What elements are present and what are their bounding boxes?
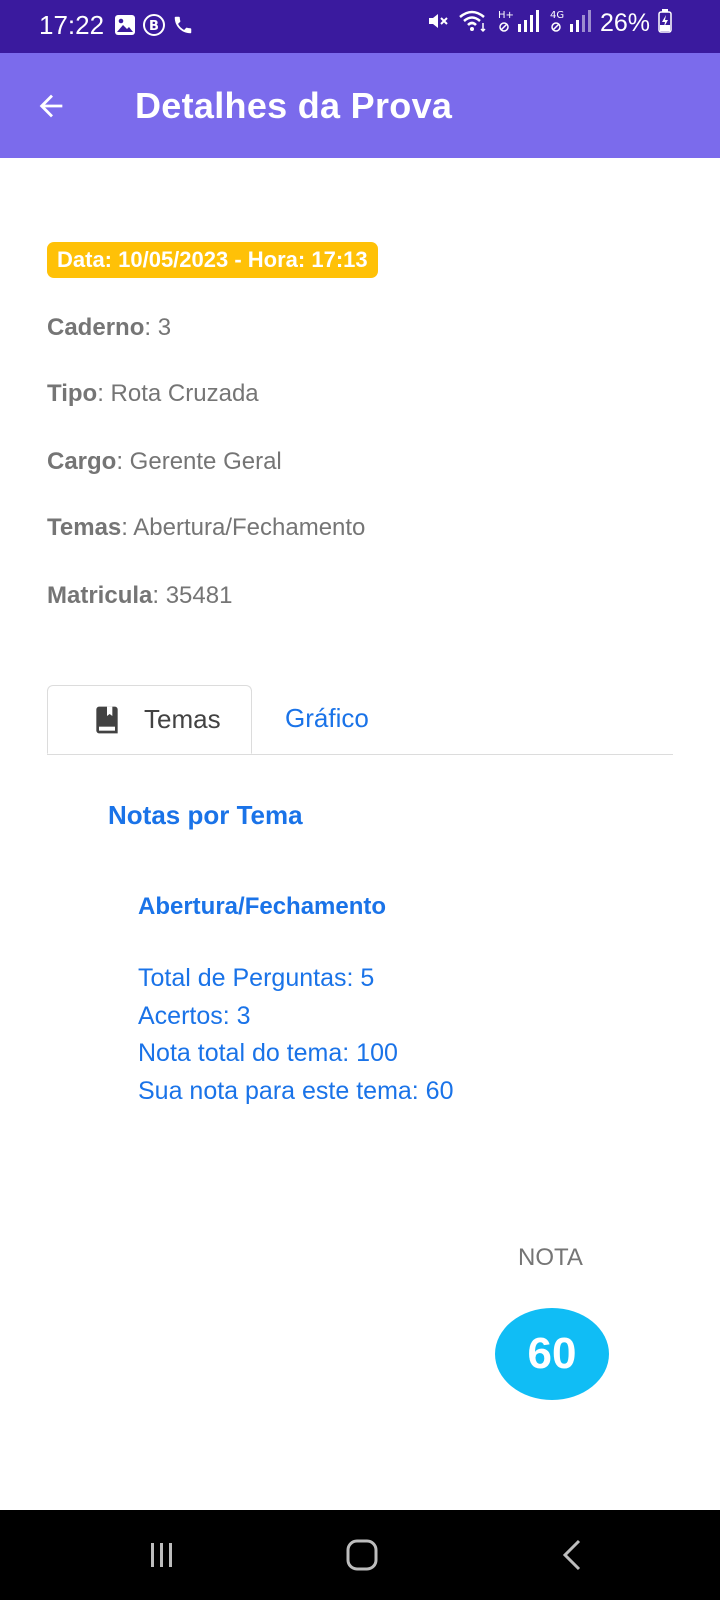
tab-temas[interactable]: Temas <box>47 685 252 754</box>
book-icon <box>96 706 118 733</box>
status-bar: 17:22 B H+ 4G 26% <box>0 0 720 53</box>
phone-icon <box>172 14 194 41</box>
total-questions: Total de Perguntas: 5 <box>138 964 375 992</box>
matricula-row: Matricula: 35481 <box>47 582 232 610</box>
date-badge: Data: 10/05/2023 - Hora: 17:13 <box>47 242 378 278</box>
navigation-bar <box>0 1510 720 1600</box>
b-circle-icon: B <box>142 13 166 42</box>
back-button[interactable] <box>28 83 74 129</box>
tipo-label: Tipo <box>47 380 98 407</box>
cargo-value: : Gerente Geral <box>116 448 282 475</box>
nav-back-button[interactable] <box>552 1532 592 1578</box>
caderno-value: : 3 <box>144 314 172 341</box>
matricula-label: Matricula <box>47 582 153 609</box>
svg-text:4G: 4G <box>550 10 564 21</box>
image-icon <box>114 14 136 41</box>
temas-label: Temas <box>47 514 122 541</box>
topic-total-score: Nota total do tema: 100 <box>138 1039 398 1067</box>
correct-answers: Acertos: 3 <box>138 1002 251 1030</box>
tab-bar: Temas Gráfico <box>47 685 673 755</box>
arrow-left-icon <box>39 94 63 118</box>
home-icon <box>346 1539 378 1571</box>
recent-apps-icon <box>151 1543 172 1567</box>
home-button[interactable] <box>342 1532 382 1578</box>
page-title: Detalhes da Prova <box>135 85 453 126</box>
h-plus-signal-icon: H+ <box>496 8 540 39</box>
app-bar: Detalhes da Prova <box>0 53 720 158</box>
cargo-row: Cargo: Gerente Geral <box>47 448 282 476</box>
section-title: Notas por Tema <box>108 800 303 830</box>
your-topic-score: Sua nota para este tema: 60 <box>138 1077 454 1105</box>
topic-title: Abertura/Fechamento <box>138 893 387 920</box>
status-time: 17:22 <box>39 10 105 40</box>
cargo-label: Cargo <box>47 448 117 475</box>
tipo-row: Tipo: Rota Cruzada <box>47 380 259 408</box>
score-badge: 60 <box>495 1308 609 1400</box>
temas-row: Temas: Abertura/Fechamento <box>47 514 365 542</box>
svg-text:B: B <box>149 19 159 34</box>
4g-signal-icon: 4G <box>548 8 592 39</box>
score-label: NOTA <box>518 1244 583 1271</box>
svg-text:H+: H+ <box>498 10 514 21</box>
caderno-label: Caderno <box>47 314 145 341</box>
mute-icon <box>426 9 450 38</box>
caderno-row: Caderno: 3 <box>47 314 171 342</box>
tipo-value: : Rota Cruzada <box>97 380 259 407</box>
back-icon <box>562 1539 581 1571</box>
recent-apps-button[interactable] <box>142 1532 182 1578</box>
wifi-icon <box>458 9 488 38</box>
tab-temas-label: Temas <box>144 704 221 734</box>
tab-grafico[interactable]: Gráfico <box>285 703 369 734</box>
battery-charging-icon <box>658 9 672 38</box>
battery-percent: 26% <box>599 9 650 37</box>
matricula-value: : 35481 <box>152 582 233 609</box>
temas-value: : Abertura/Fechamento <box>121 514 366 541</box>
